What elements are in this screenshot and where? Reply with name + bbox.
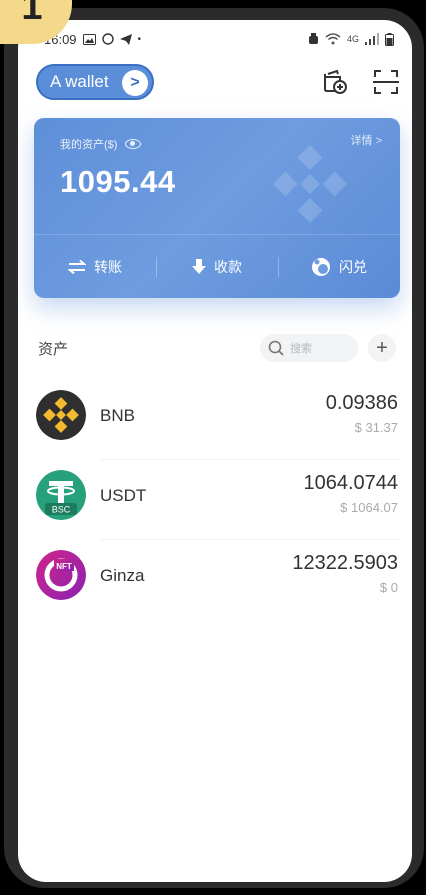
eye-icon[interactable] <box>125 139 142 149</box>
bnb-icon <box>36 390 86 440</box>
transfer-label: 转账 <box>94 258 122 275</box>
usdt-bsc-icon: BSC <box>36 470 86 520</box>
token-row-bnb[interactable]: BNB 0.09386 $ 31.37 <box>18 380 412 460</box>
search-placeholder: 搜索 <box>290 343 312 355</box>
search-icon <box>268 340 284 356</box>
signal-icon <box>365 33 379 45</box>
alarm-icon <box>308 33 318 44</box>
swap-button[interactable]: 闪兑 <box>278 235 400 298</box>
wallet-switch-button[interactable]: A wallet > <box>36 64 154 100</box>
receive-button[interactable]: 收款 <box>156 235 278 298</box>
swap-label: 闪兑 <box>339 258 367 275</box>
swap-icon <box>312 257 330 276</box>
token-value: $ 1064.07 <box>340 500 398 515</box>
receive-icon <box>192 258 206 274</box>
ginza-nft-icon: NFT <box>36 550 86 600</box>
token-amount: 1064.0744 <box>303 472 398 494</box>
total-balance: 1095.44 <box>60 164 176 199</box>
step-number: 1 <box>21 0 43 28</box>
status-bar: 16:09 • 4G <box>18 28 412 50</box>
token-name: Ginza <box>100 566 145 585</box>
chevron-right-icon: > <box>122 70 148 96</box>
bnb-watermark-icon <box>272 145 348 223</box>
balance-card: 我的资产($) 详情 > 1095.44 转账 收款 闪兑 <box>34 118 400 298</box>
app-screen: 16:09 • 4G A wallet > 我的资产($) 详情 > 1095.… <box>18 20 412 882</box>
token-amount: 0.09386 <box>325 392 398 414</box>
token-row-ginza[interactable]: NFT Ginza 12322.5903 $ 0 <box>18 540 412 620</box>
token-value: $ 0 <box>379 580 398 595</box>
ginza-icon-text: NFT <box>56 562 72 571</box>
assets-title: 资产 <box>38 341 69 358</box>
telegram-icon <box>119 33 132 45</box>
token-amount: 12322.5903 <box>292 552 398 574</box>
status-dot-icon: • <box>137 33 142 45</box>
token-row-usdt[interactable]: BSC USDT 1064.0744 $ 1064.07 <box>18 460 412 540</box>
details-link[interactable]: 详情 > <box>351 132 382 148</box>
add-wallet-icon[interactable] <box>320 68 348 96</box>
battery-icon <box>385 32 394 46</box>
wifi-icon <box>325 33 341 45</box>
token-value: $ 31.37 <box>354 420 398 435</box>
token-name: USDT <box>100 486 147 505</box>
whatsapp-icon <box>101 33 114 45</box>
usdt-icon-text: BSC <box>52 505 71 515</box>
asset-search-input[interactable]: 搜索 <box>260 334 358 362</box>
network-type-label: 4G <box>346 34 359 44</box>
header: A wallet > <box>18 62 412 102</box>
scan-icon[interactable] <box>372 68 400 96</box>
receive-label: 收款 <box>214 258 242 275</box>
wallet-name: A wallet <box>50 72 109 91</box>
balance-label: 我的资产($) <box>60 139 118 151</box>
transfer-button[interactable]: 转账 <box>34 235 156 298</box>
add-token-button[interactable]: + <box>368 334 396 362</box>
gallery-icon <box>82 33 96 45</box>
token-list: BNB 0.09386 $ 31.37 BSC USDT 1064.0744 $… <box>18 380 412 620</box>
token-name: BNB <box>100 406 135 425</box>
transfer-icon <box>68 259 86 274</box>
card-actions: 转账 收款 闪兑 <box>34 235 400 298</box>
